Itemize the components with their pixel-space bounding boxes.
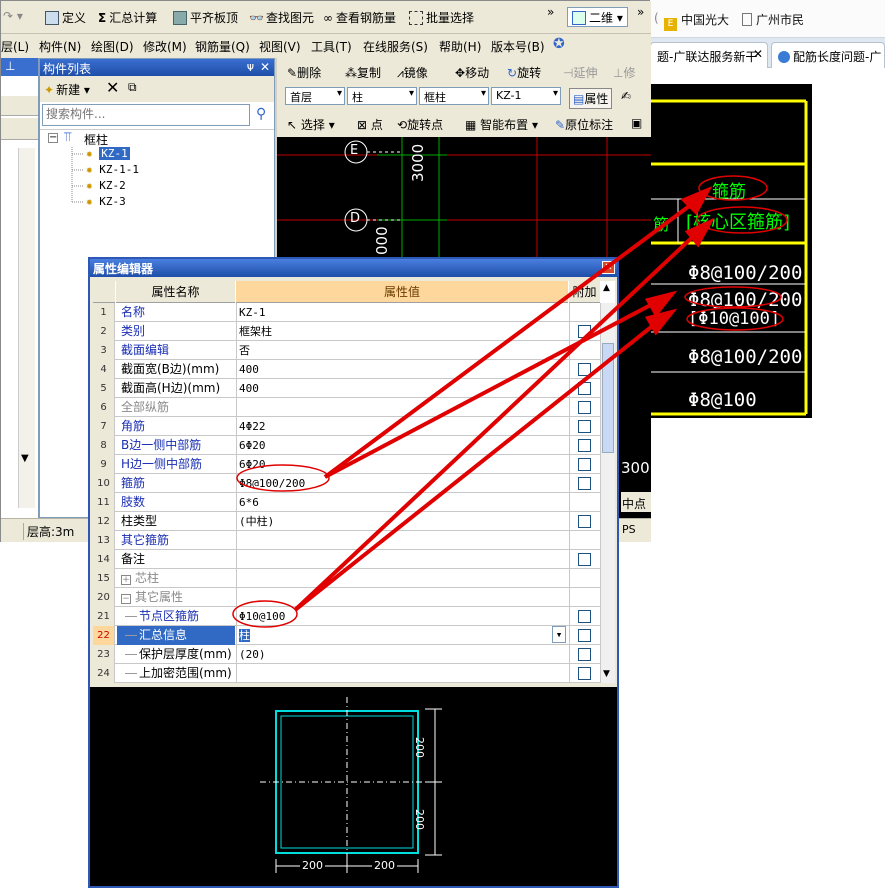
annotation-arrow-2: [324, 298, 661, 479]
highlight-cad-node: [686, 307, 784, 331]
highlight-node-stirrup-value: [232, 600, 298, 628]
annotation-arrow-3: [293, 228, 702, 612]
annotation-overlay: [232, 175, 788, 628]
highlight-cad-value: [684, 286, 782, 308]
highlight-stirrup-value: [236, 464, 330, 492]
